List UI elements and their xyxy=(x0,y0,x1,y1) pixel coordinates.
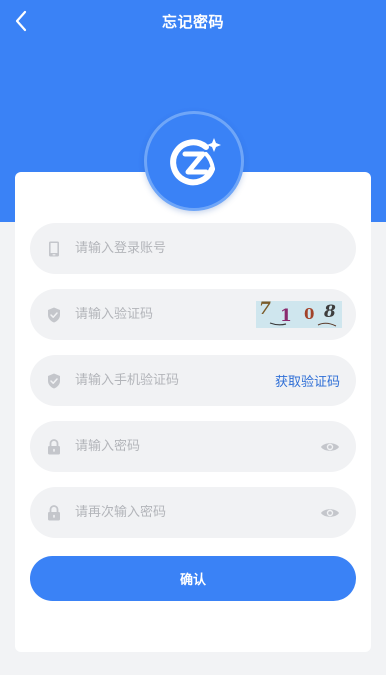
sms-code-input[interactable] xyxy=(75,373,275,388)
confirm-button[interactable]: 确认 xyxy=(30,556,356,601)
brand-logo-icon xyxy=(170,138,221,186)
captcha-image[interactable]: 7 1 0 8 xyxy=(256,299,342,328)
shield-icon xyxy=(46,307,62,323)
password-field xyxy=(30,421,356,472)
lock-icon xyxy=(46,438,62,455)
account-field xyxy=(30,223,356,274)
app-logo xyxy=(144,111,244,211)
captcha-input[interactable] xyxy=(75,307,256,322)
shield-icon xyxy=(46,373,62,389)
eye-icon[interactable] xyxy=(320,506,340,520)
captcha-field: 7 1 0 8 xyxy=(30,289,356,340)
account-input[interactable] xyxy=(75,241,340,256)
page-title: 忘记密码 xyxy=(161,13,224,31)
confirm-password-field xyxy=(30,487,356,538)
confirm-password-input[interactable] xyxy=(75,505,320,520)
eye-icon[interactable] xyxy=(320,440,340,454)
sms-code-field: 获取验证码 xyxy=(30,355,356,406)
lock-icon xyxy=(46,504,62,521)
password-input[interactable] xyxy=(75,439,320,454)
phone-icon xyxy=(46,241,62,257)
get-code-button[interactable]: 获取验证码 xyxy=(275,371,340,390)
